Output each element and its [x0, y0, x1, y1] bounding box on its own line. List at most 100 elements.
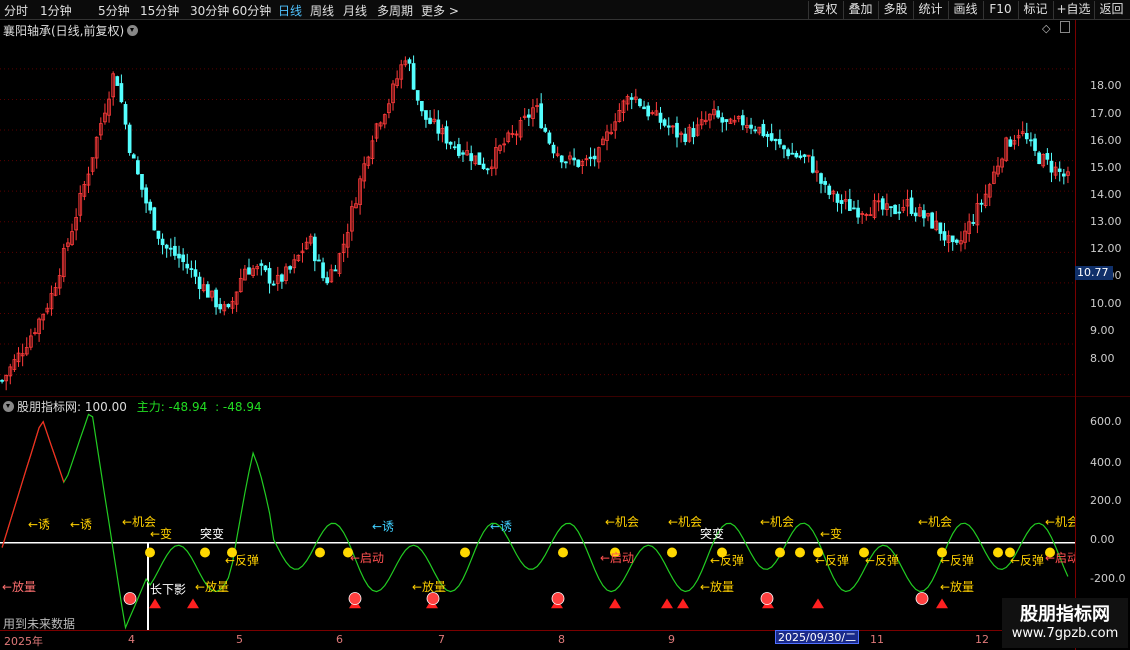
signal-label: ←启动 — [600, 551, 634, 565]
period-tab-30min[interactable]: 30分钟 — [190, 2, 229, 19]
signal-label: ←诱 — [490, 520, 512, 534]
candle-body — [897, 211, 902, 214]
period-tab-15min[interactable]: 15分钟 — [140, 2, 179, 19]
overlay-button[interactable]: 叠加 — [843, 1, 877, 19]
mark-button[interactable]: 标记 — [1018, 1, 1052, 19]
candle-body — [469, 153, 474, 162]
signal-label: ←诱 — [70, 517, 92, 531]
add-watchlist-button[interactable]: +自选 — [1053, 1, 1093, 19]
signal-label: ←放量 — [2, 579, 36, 594]
candlestick-chart[interactable] — [0, 20, 1075, 396]
candle-body — [893, 204, 897, 215]
candle-body — [271, 283, 276, 286]
candle-body — [181, 254, 185, 263]
candle-body — [1061, 173, 1066, 177]
candle-body — [119, 83, 124, 103]
period-tab-daily[interactable]: 日线 — [278, 2, 302, 19]
period-tab-timeshare[interactable]: 分时 — [4, 2, 28, 19]
candle-body — [1049, 160, 1054, 173]
candle-body — [218, 303, 223, 310]
candle-body — [839, 200, 844, 204]
candle-body — [1029, 139, 1033, 142]
candle-body — [646, 105, 651, 117]
signal-label: 突变 — [700, 526, 724, 541]
signal-label: ←机会 — [918, 515, 952, 529]
signal-label: ←诱 — [372, 520, 394, 534]
candle-body — [856, 207, 860, 218]
indicator-menu-icon[interactable] — [3, 401, 14, 412]
period-tab-multi[interactable]: 多周期 — [377, 2, 413, 19]
candle-body — [638, 98, 642, 107]
signal-label: ←反弹 — [1010, 554, 1044, 568]
signal-triangle — [609, 598, 621, 609]
candle-body — [790, 152, 795, 155]
y-tick: 8.00 — [1090, 352, 1115, 365]
candle-body — [280, 274, 284, 282]
period-tab-weekly[interactable]: 周线 — [310, 2, 334, 19]
candle-body — [778, 138, 782, 145]
candle-body — [675, 122, 679, 138]
candle-body — [136, 160, 140, 175]
candle-body — [691, 128, 696, 138]
f10-button[interactable]: F10 — [983, 1, 1017, 19]
candle-body — [852, 207, 856, 210]
signal-dot — [460, 547, 470, 558]
signal-label: ←机会 — [1045, 515, 1075, 529]
candle-body — [720, 117, 725, 123]
signal-label: ←放量 — [412, 579, 446, 594]
watermark: 股朋指标网 www.7gpzb.com — [1002, 598, 1128, 648]
candle-body — [666, 125, 671, 128]
candle-body — [131, 154, 136, 159]
multi-stock-button[interactable]: 多股 — [878, 1, 912, 19]
sub-y-tick: 200.0 — [1090, 494, 1122, 507]
x-label: 5 — [236, 633, 243, 646]
candle-body — [193, 269, 198, 277]
candle-body — [761, 123, 766, 137]
candle-body — [576, 159, 581, 167]
panel-separator — [0, 396, 1130, 397]
candle-body — [144, 187, 148, 204]
candle-body — [938, 222, 943, 234]
candle-body — [798, 155, 803, 158]
candle-body — [979, 202, 984, 205]
candle-body — [922, 210, 926, 219]
candle-body — [629, 97, 634, 100]
signal-ball — [348, 592, 362, 605]
signal-dot — [315, 547, 325, 558]
candle-body — [436, 119, 441, 134]
statistics-button[interactable]: 统计 — [913, 1, 947, 19]
signal-label: ←机会 — [760, 515, 794, 529]
candle-body — [168, 247, 173, 250]
candle-body — [325, 277, 330, 284]
candle-body — [160, 238, 165, 246]
y-tick: 12.00 — [1090, 242, 1122, 255]
candle-body — [263, 265, 268, 271]
y-tick: 14.00 — [1090, 188, 1122, 201]
signal-label: ←诱 — [28, 517, 50, 531]
adjust-button[interactable]: 复权 — [808, 1, 842, 19]
candle-body — [1024, 133, 1029, 140]
candle-body — [148, 201, 153, 211]
cursor-date-box: 2025/09/30/二 — [775, 630, 860, 644]
back-button[interactable]: 返回 — [1094, 1, 1128, 19]
y-tick: 9.00 — [1090, 324, 1115, 337]
candle-body — [847, 199, 852, 211]
candle-body — [889, 206, 893, 209]
period-tab-5min[interactable]: 5分钟 — [98, 2, 130, 19]
x-label: 6 — [336, 633, 343, 646]
candle-body — [954, 239, 959, 243]
period-tab-60min[interactable]: 60分钟 — [232, 2, 271, 19]
signal-ball — [123, 592, 137, 605]
x-label: 8 — [558, 633, 565, 646]
period-tab-1min[interactable]: 1分钟 — [40, 2, 72, 19]
candle-body — [156, 230, 161, 239]
signal-label: ←启动 — [1045, 551, 1075, 565]
candle-body — [444, 126, 449, 144]
candle-body — [753, 129, 758, 132]
period-tab-monthly[interactable]: 月线 — [343, 2, 367, 19]
candle-body — [214, 289, 218, 308]
x-label: 4 — [128, 633, 135, 646]
period-tab-more[interactable]: 更多 > — [421, 2, 459, 19]
indicator-chart[interactable]: ←机会 ←机会 ←机会 ←机会 ←机会 ←机会←诱 ←诱 ←诱 ←诱突变 突变←反弹 ←反弹 ←反弹 ←… — [0, 412, 1075, 630]
draw-line-button[interactable]: 画线 — [948, 1, 982, 19]
